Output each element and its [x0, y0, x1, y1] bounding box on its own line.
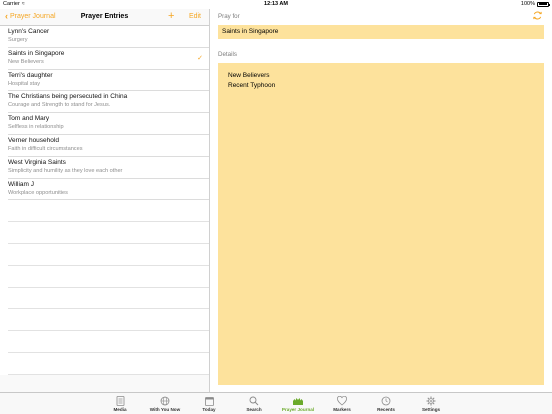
empty-row	[8, 222, 209, 244]
entry-row[interactable]: William J Workplace opportunities	[8, 179, 209, 201]
battery-icon	[537, 1, 550, 7]
entry-subtitle: Selfless in relationship	[8, 124, 64, 131]
entry-row[interactable]: Tom and Mary Selfless in relationship	[8, 113, 209, 135]
tab-prayer-journal[interactable]: Prayer Journal	[278, 395, 318, 412]
tab-markers[interactable]: Markers	[322, 395, 362, 412]
tab-label: Settings	[421, 407, 441, 412]
entry-detail-panel: Pray for Saints in Singapore Details New…	[210, 9, 552, 392]
refresh-icon[interactable]	[532, 10, 543, 21]
entry-title: West Virginia Saints	[8, 158, 66, 166]
entry-subtitle: Faith in difficult circumstances	[8, 145, 83, 152]
tab-label: Search	[246, 407, 262, 412]
tab-label: Markers	[333, 407, 351, 412]
status-time: 12:13 AM	[264, 1, 288, 7]
entry-row[interactable]: Verner household Faith in difficult circu…	[8, 135, 209, 157]
back-button[interactable]: ‹ Prayer Journal	[5, 11, 56, 21]
entry-row[interactable]: Terri's daughter Hospital stay	[8, 70, 209, 92]
empty-row	[8, 331, 209, 353]
calendar-icon	[189, 395, 229, 406]
entry-row[interactable]: Lynn's Cancer Surgery	[8, 26, 209, 48]
heart-icon	[322, 395, 362, 406]
tab-label: Recents	[377, 407, 395, 412]
tab-bar: Media With You Now Today Search Prayer Journ…	[0, 392, 552, 414]
empty-row	[8, 309, 209, 332]
empty-row	[8, 353, 209, 375]
entry-subtitle: New Believers	[8, 58, 44, 65]
tab-label: Today	[202, 407, 216, 412]
details-field[interactable]: New Believers Recent Typhoon	[218, 63, 544, 385]
empty-row	[8, 288, 209, 310]
prayer-journal-icon	[278, 395, 318, 406]
entry-title: The Christians being persecuted in China	[8, 93, 128, 101]
entry-row[interactable]: The Christians being persecuted in China…	[8, 91, 209, 114]
status-bar: Carrier ≈ 12:13 AM 100%	[0, 0, 552, 9]
back-button-label: Prayer Journal	[10, 13, 56, 20]
details-label: Details	[218, 51, 237, 58]
pray-for-label: Pray for	[218, 13, 240, 20]
edit-button[interactable]: Edit	[189, 13, 201, 20]
entry-title: Terri's daughter	[8, 71, 53, 79]
battery-percent: 100%	[520, 1, 535, 7]
entry-row[interactable]: West Virginia Saints Simplicity and humil…	[8, 157, 209, 179]
entry-subtitle: Workplace opportunities	[8, 189, 68, 196]
tab-settings[interactable]: Settings	[411, 395, 451, 412]
entry-title: William J	[8, 180, 34, 188]
details-line: New Believers	[228, 72, 270, 79]
empty-row	[8, 244, 209, 266]
entry-row[interactable]: Saints in Singapore New Believers ✓	[8, 48, 209, 70]
tab-media[interactable]: Media	[100, 395, 140, 412]
empty-row	[8, 200, 209, 223]
media-icon	[100, 395, 140, 406]
tab-recents[interactable]: Recents	[366, 395, 406, 412]
entry-subtitle: Courage and Strength to stand for Jesus.	[8, 102, 111, 109]
search-icon	[234, 395, 274, 406]
tab-today[interactable]: Today	[189, 395, 229, 412]
add-entry-button[interactable]: +	[168, 10, 174, 22]
battery-indicator: 100%	[520, 1, 550, 7]
tab-with-you-now[interactable]: With You Now	[145, 395, 185, 412]
entry-title: Lynn's Cancer	[8, 28, 50, 35]
details-line: Recent Typhoon	[228, 81, 276, 89]
entry-title: Verner household	[8, 136, 59, 144]
checkmark-icon: ✓	[197, 54, 203, 62]
tab-label: With You Now	[149, 407, 181, 412]
clock-icon	[366, 395, 406, 406]
entry-title: Tom and Mary	[8, 115, 50, 123]
pray-for-field[interactable]: Saints in Singapore	[218, 25, 544, 39]
entry-subtitle: Surgery	[8, 37, 28, 43]
chevron-left-icon: ‹	[5, 11, 8, 21]
entry-subtitle: Simplicity and humility as they love eac…	[8, 167, 123, 174]
empty-row	[8, 266, 209, 288]
gear-icon	[411, 395, 451, 406]
entries-list: Lynn's Cancer Surgery Saints in Singapore N…	[0, 26, 209, 375]
entries-panel: ‹ Prayer Journal Prayer Entries + Edit L…	[0, 9, 210, 392]
tab-label: Prayer Journal	[281, 407, 315, 412]
tab-label: Media	[113, 407, 127, 412]
entry-title: Saints in Singapore	[8, 49, 65, 57]
entry-subtitle: Hospital stay	[8, 80, 41, 87]
tab-search[interactable]: Search	[234, 395, 274, 412]
globe-icon	[145, 395, 185, 406]
entries-nav-bar: ‹ Prayer Journal Prayer Entries + Edit	[0, 9, 209, 26]
